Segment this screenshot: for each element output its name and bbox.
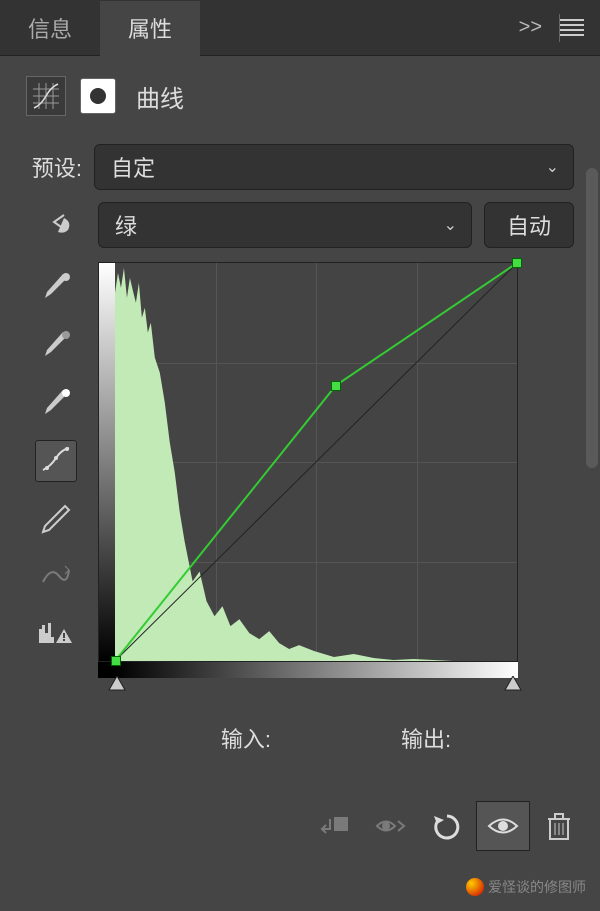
histogram-clip-tool[interactable] [35,614,77,656]
eyedropper-gray-tool[interactable] [35,324,77,366]
pencil-icon [41,504,71,534]
bottom-bar [308,801,586,851]
channel-select[interactable]: 绿 ⌄ [98,202,472,248]
tab-properties[interactable]: 属性 [100,0,200,56]
scrollbar-thumb[interactable] [586,168,598,468]
reset-icon [432,812,462,840]
curve-point-icon [41,446,71,476]
visibility-button[interactable] [476,801,530,851]
smooth-curve-tool[interactable] [35,556,77,598]
panel-menu-icon[interactable] [560,19,584,37]
smooth-icon [41,562,71,592]
chevron-down-icon: ⌄ [546,157,559,177]
eye-back-icon [374,815,408,837]
input-sliders [98,678,518,698]
channel-value: 绿 [115,209,137,241]
auto-button[interactable]: 自动 [484,202,574,248]
point-curve-tool[interactable] [35,440,77,482]
preset-select[interactable]: 自定 ⌄ [94,144,574,190]
trash-icon [546,811,572,841]
black-point-slider[interactable] [108,676,126,692]
delete-button[interactable] [532,801,586,851]
io-row: 输入: 输出: [98,722,574,754]
vertical-gradient [99,263,115,661]
eyedropper-white-tool[interactable] [35,382,77,424]
weibo-icon [466,878,484,896]
layer-mask-icon[interactable] [80,78,116,114]
content-area: 曲线 预设: 自定 ⌄ 绿 ⌄ 自动 [0,56,600,754]
eyedropper-icon [41,388,71,418]
watermark-text: 爱怪谈的修图师 [488,877,586,897]
mask-icon [87,85,109,107]
chevron-down-icon: ⌄ [444,215,457,235]
white-point-slider[interactable] [504,676,522,692]
preset-value: 自定 [111,151,155,183]
hand-drag-icon [36,212,76,238]
tab-info[interactable]: 信息 [0,0,100,56]
panel-tabs: 信息 属性 >> [0,0,600,56]
curve-handle-shadow[interactable] [111,656,121,666]
adjustment-type-icon[interactable] [26,76,66,116]
input-label: 输入: [221,722,271,754]
curve-handle-mid[interactable] [331,381,341,391]
output-label: 输出: [401,722,451,754]
curves-icon [33,83,59,109]
horizontal-gradient [98,662,518,678]
eyedropper-icon [41,272,71,302]
histogram-warning-icon [38,621,74,649]
eyedropper-black-tool[interactable] [35,266,77,308]
curve-canvas[interactable] [98,262,518,662]
preset-label: 预设: [26,151,82,183]
clip-to-layer-button[interactable] [308,801,362,851]
histogram-overlay [115,263,517,661]
divider [559,14,560,42]
reset-button[interactable] [420,801,474,851]
targeted-adjustment-tool[interactable] [26,212,86,238]
curves-tools [26,262,86,754]
watermark: 爱怪谈的修图师 [466,877,586,897]
collapse-icon[interactable]: >> [519,16,542,39]
eyedropper-icon [41,330,71,360]
view-previous-button[interactable] [364,801,418,851]
adjustment-label: 曲线 [136,79,184,114]
curve-handle-highlight[interactable] [512,258,522,268]
clip-icon [320,813,350,839]
curve-chart[interactable]: 输入: 输出: [98,262,574,754]
pencil-curve-tool[interactable] [35,498,77,540]
eye-icon [486,815,520,837]
